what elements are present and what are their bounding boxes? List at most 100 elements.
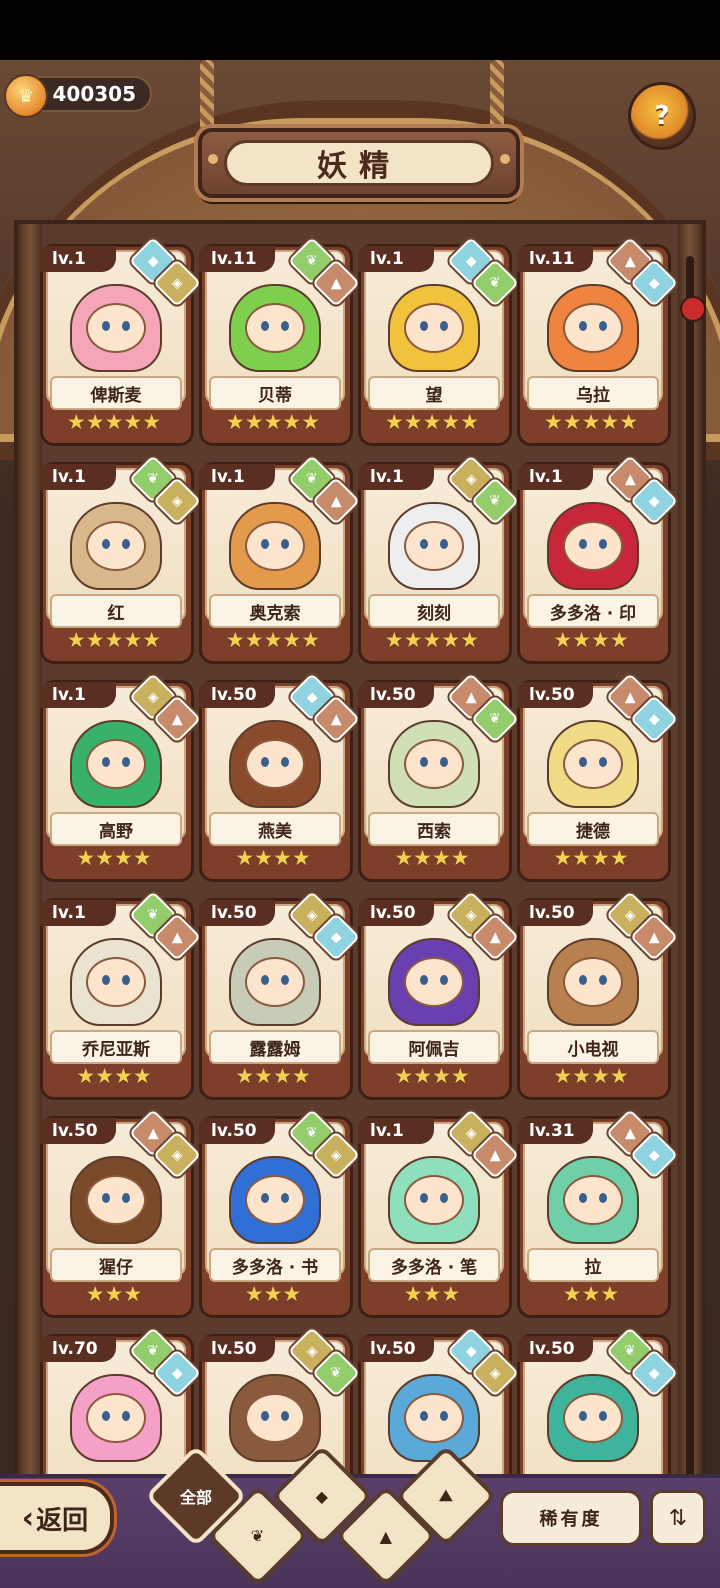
fairy-card[interactable]: lv.1 ❦ ▲ 奥克索 ★★★★★ <box>199 454 361 664</box>
fairy-portrait <box>229 1156 321 1244</box>
fairy-card[interactable]: lv.50 ▲ ❦ 西索 ★★★★ <box>358 672 520 882</box>
fairy-card[interactable]: lv.50 ◈ ▲ 阿佩吉 ★★★★ <box>358 890 520 1100</box>
fairy-card[interactable]: lv.50 ◈ ◆ 露露姆 ★★★★ <box>199 890 361 1100</box>
sort-rarity-button[interactable]: 稀有度 <box>500 1490 642 1546</box>
fairy-card[interactable]: lv.1 ❦ ▲ 乔尼亚斯 ★★★★ <box>40 890 202 1100</box>
star-rating: ★★★★ <box>76 846 152 870</box>
fairy-card[interactable]: lv.1 ▲ ◆ 多多洛 · 印 ★★★★ <box>517 454 679 664</box>
title-sign: 妖精 <box>198 128 520 198</box>
fairy-portrait <box>388 284 480 372</box>
fairy-card[interactable]: lv.50 ▲ ◆ 捷德 ★★★★ <box>517 672 679 882</box>
level-badge: lv.11 <box>199 246 275 272</box>
star-rating: ★★★★★ <box>66 410 162 434</box>
fairy-portrait <box>547 720 639 808</box>
fairy-portrait <box>388 938 480 1026</box>
star-rating: ★★★★★ <box>384 410 480 434</box>
fairy-card[interactable]: lv.11 ▲ ◆ 乌拉 ★★★★★ <box>517 236 679 446</box>
fairy-name: 俾斯麦 <box>50 376 182 410</box>
fairy-card[interactable]: lv.1 ◈ ▲ 多多洛 · 笔 ★★★ <box>358 1108 520 1318</box>
level-badge: lv.1 <box>358 1118 434 1144</box>
page-title: 妖精 <box>317 149 401 184</box>
fairy-card[interactable]: lv.1 ◈ ❦ 刻刻 ★★★★★ <box>358 454 520 664</box>
fairy-name: 贝蒂 <box>209 376 341 410</box>
star-rating: ★★★★ <box>394 846 470 870</box>
fairy-name: 红 <box>50 594 182 628</box>
fairy-card[interactable]: lv.50 ◈ ▲ 小电视 ★★★★ <box>517 890 679 1100</box>
fairy-portrait <box>70 1156 162 1244</box>
fairy-name: 拉 <box>527 1248 659 1282</box>
nail-icon <box>500 154 510 164</box>
star-rating: ★★★★ <box>553 1064 629 1088</box>
chevron-left-icon: ‹ <box>21 1500 35 1536</box>
back-button[interactable]: ‹ 返回 <box>0 1482 114 1554</box>
crown-coin-icon: ♛ <box>4 74 48 118</box>
fairy-portrait <box>388 720 480 808</box>
fairy-name: 阿佩吉 <box>368 1030 500 1064</box>
fairy-name: 奥克索 <box>209 594 341 628</box>
fairy-portrait <box>547 1374 639 1462</box>
sort-order-button[interactable]: ⇅ <box>650 1490 706 1546</box>
fairy-card[interactable]: lv.1 ◈ ▲ 高野 ★★★★ <box>40 672 202 882</box>
fairy-card[interactable]: lv.11 ❦ ▲ 贝蒂 ★★★★★ <box>199 236 361 446</box>
level-badge: lv.50 <box>517 1336 593 1362</box>
fairy-card[interactable]: lv.31 ▲ ◆ 拉 ★★★ <box>517 1108 679 1318</box>
fairy-name: 望 <box>368 376 500 410</box>
help-button[interactable]: ? <box>628 82 696 150</box>
mountain-icon: ▲ <box>379 1526 393 1546</box>
fairy-portrait <box>229 720 321 808</box>
fairy-name: 多多洛 · 笔 <box>368 1248 500 1282</box>
level-badge: lv.31 <box>517 1118 593 1144</box>
fairy-name: 露露姆 <box>209 1030 341 1064</box>
star-rating: ★★★★★ <box>66 628 162 652</box>
level-badge: lv.50 <box>199 1118 275 1144</box>
question-bulb-icon: ? <box>654 101 670 131</box>
sprout-icon: ❦ <box>251 1526 265 1546</box>
fairy-portrait <box>70 502 162 590</box>
fairy-portrait <box>547 284 639 372</box>
fairy-name: 小电视 <box>527 1030 659 1064</box>
star-rating: ★★★★★ <box>225 410 321 434</box>
star-rating: ★★★ <box>244 1282 302 1306</box>
left-pillar <box>18 224 42 1516</box>
star-rating: ★★★★ <box>76 1064 152 1088</box>
star-rating: ★★★★ <box>235 1064 311 1088</box>
currency-value: 400305 <box>52 82 137 106</box>
level-badge: lv.50 <box>199 1336 275 1362</box>
level-badge: lv.50 <box>517 900 593 926</box>
fairy-portrait <box>547 1156 639 1244</box>
fairy-card[interactable]: lv.1 ◆ ❦ 望 ★★★★★ <box>358 236 520 446</box>
level-badge: lv.50 <box>517 682 593 708</box>
level-badge: lv.11 <box>517 246 593 272</box>
level-badge: lv.1 <box>517 464 593 490</box>
ladybug-scroll-thumb-icon[interactable] <box>680 296 706 322</box>
level-badge: lv.1 <box>358 246 434 272</box>
fairy-card[interactable]: lv.50 ▲ ◈ 猩仔 ★★★ <box>40 1108 202 1318</box>
fairy-portrait <box>229 1374 321 1462</box>
fairy-portrait <box>229 938 321 1026</box>
fairy-card[interactable]: lv.1 ◆ ◈ 俾斯麦 ★★★★★ <box>40 236 202 446</box>
level-badge: lv.1 <box>40 246 116 272</box>
peak-icon: ⛰ <box>439 1485 453 1505</box>
level-badge: lv.1 <box>199 464 275 490</box>
fairy-name: 燕美 <box>209 812 341 846</box>
fairy-portrait <box>70 938 162 1026</box>
scrollbar[interactable] <box>686 256 694 1496</box>
star-rating: ★★★ <box>85 1282 143 1306</box>
fairy-card[interactable]: lv.50 ◆ ▲ 燕美 ★★★★ <box>199 672 361 882</box>
star-rating: ★★★★ <box>235 846 311 870</box>
fairy-portrait <box>229 284 321 372</box>
level-badge: lv.50 <box>199 900 275 926</box>
fairy-card[interactable]: lv.50 ❦ ◈ 多多洛 · 书 ★★★ <box>199 1108 361 1318</box>
level-badge: lv.70 <box>40 1336 116 1362</box>
fairy-card[interactable]: lv.1 ❦ ◈ 红 ★★★★★ <box>40 454 202 664</box>
level-badge: lv.50 <box>358 682 434 708</box>
level-badge: lv.50 <box>358 900 434 926</box>
star-rating: ★★★★ <box>553 846 629 870</box>
sort-label: 稀有度 <box>539 1509 603 1530</box>
sort-order-icon: ⇅ <box>668 1505 688 1531</box>
star-rating: ★★★★★ <box>225 628 321 652</box>
fairy-portrait <box>70 284 162 372</box>
star-rating: ★★★ <box>562 1282 620 1306</box>
star-rating: ★★★★★ <box>543 410 639 434</box>
fairy-name: 多多洛 · 书 <box>209 1248 341 1282</box>
